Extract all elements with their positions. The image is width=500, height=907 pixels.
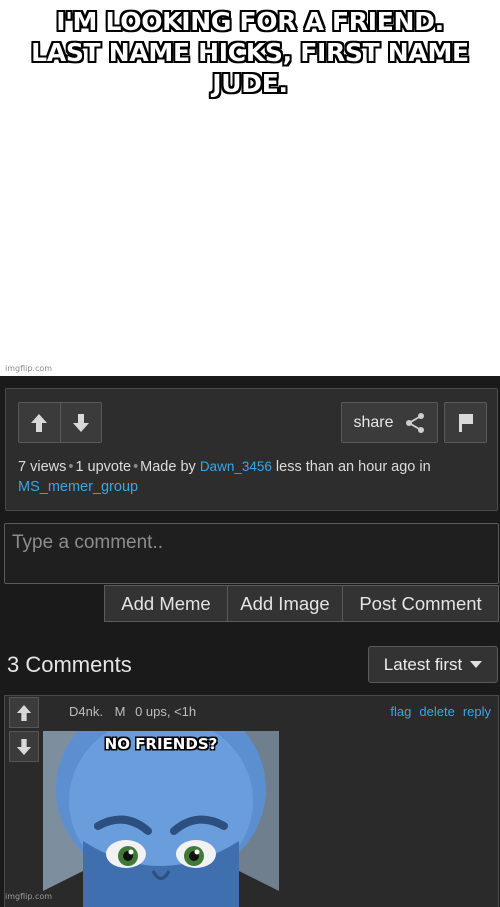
comments-count-heading: 3 Comments	[7, 652, 132, 677]
comment-upvote-button[interactable]	[9, 697, 39, 728]
flag-button[interactable]	[444, 402, 487, 443]
share-icon	[405, 412, 424, 433]
meme-caption-line-2: LAST NAME HICKS, FIRST NAME JUDE.	[31, 38, 469, 98]
imgflip-watermark: imgflip.com	[5, 364, 53, 373]
made-by-label: Made by	[140, 459, 196, 475]
megamind-illustration	[43, 731, 279, 907]
author-link[interactable]: Dawn_3456	[200, 459, 272, 474]
meme-caption: I'M LOOKING FOR A FRIEND. LAST NAME HICK…	[0, 6, 500, 99]
comment-input[interactable]: Type a comment..	[4, 523, 499, 584]
post-vote-group	[18, 402, 102, 443]
downvote-button[interactable]	[59, 403, 101, 442]
post-meta: 7 views • 1 upvote • Made by Dawn_3456 less …	[18, 457, 488, 497]
comment-downvote-button[interactable]	[9, 731, 39, 762]
arrow-up-icon	[16, 704, 32, 721]
comment-actions: flag delete reply	[390, 704, 491, 719]
separator-dot: •	[133, 459, 139, 475]
comment-action-bar: Add Meme Add Image Post Comment	[104, 585, 499, 622]
meme-caption-line-1: I'M LOOKING FOR A FRIEND.	[56, 7, 444, 36]
comment-placeholder: Type a comment..	[12, 532, 164, 553]
flag-icon	[458, 413, 473, 432]
arrow-up-icon	[31, 413, 48, 432]
comment-stats: 0 ups, <1h	[135, 704, 197, 719]
comment-meme-image: NO FRIENDS?	[43, 731, 279, 907]
comment-item: D4nk. M 0 ups, <1h flag delete reply NO …	[4, 695, 499, 907]
arrow-down-icon	[72, 413, 89, 432]
top-meme-image: I'M LOOKING FOR A FRIEND. LAST NAME HICK…	[0, 0, 500, 376]
arrow-down-icon	[16, 738, 32, 755]
post-time: less than an hour ago in	[275, 459, 431, 475]
stream-link[interactable]: MS_memer_group	[18, 479, 138, 495]
upvote-button[interactable]	[19, 403, 60, 442]
chevron-down-icon	[470, 660, 483, 668]
upvote-count: 1 upvote	[75, 459, 132, 475]
comment-reply-link[interactable]: reply	[463, 704, 491, 719]
post-info-card: share 7 views • 1 upvote • Made by Dawn_3456…	[5, 388, 498, 511]
comment-meme-caption: NO FRIENDS?	[104, 735, 218, 753]
mod-badge: M	[114, 704, 126, 719]
sort-label: Latest first	[383, 654, 463, 674]
add-image-button[interactable]: Add Image	[227, 586, 342, 621]
share-button[interactable]: share	[341, 402, 438, 443]
comment-header: D4nk. M 0 ups, <1h	[69, 704, 196, 719]
comment-flag-link[interactable]: flag	[390, 704, 411, 719]
imgflip-screenshot: share 7 views • 1 upvote • Made by Dawn_3456…	[0, 376, 500, 907]
sort-dropdown[interactable]: Latest first	[368, 646, 498, 683]
imgflip-watermark-bottom: imgflip.com	[5, 892, 53, 901]
post-comment-button[interactable]: Post Comment	[342, 586, 498, 621]
share-label: share	[353, 413, 394, 431]
comment-delete-link[interactable]: delete	[419, 704, 454, 719]
views-count: 7 views	[18, 459, 67, 475]
comment-username[interactable]: D4nk.	[69, 704, 103, 719]
add-meme-button[interactable]: Add Meme	[105, 586, 227, 621]
